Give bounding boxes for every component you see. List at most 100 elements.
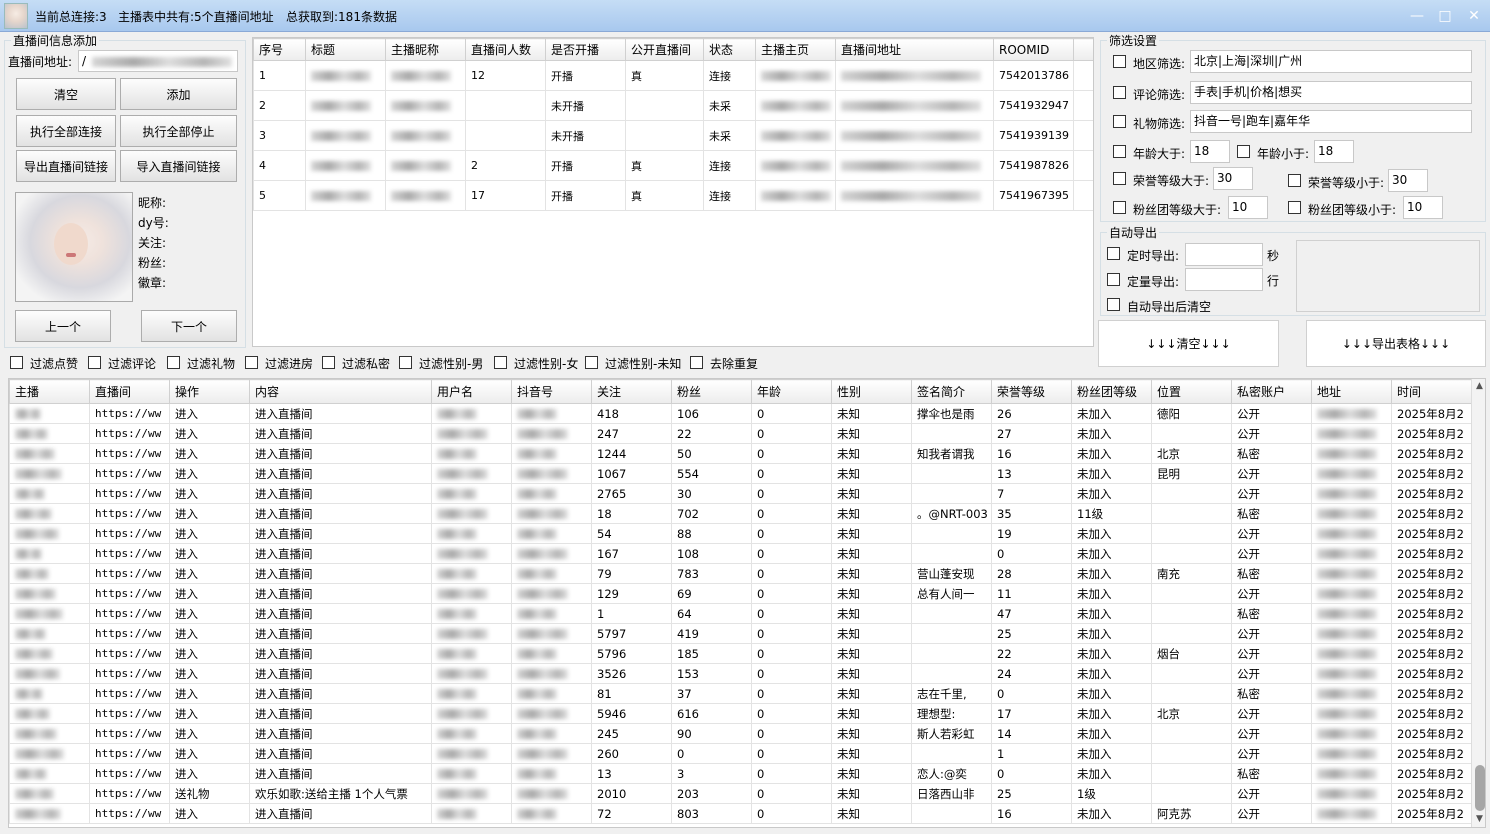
filter-checkbox[interactable] (167, 356, 180, 369)
export-table-button[interactable]: ↓↓↓导出表格↓↓↓ (1306, 320, 1486, 367)
anchor-row[interactable]: 2 未开播 未采 7541932947 (253, 90, 1093, 121)
fan-lt-input[interactable]: 10 (1403, 196, 1443, 219)
next-button[interactable]: 下一个 (141, 310, 237, 342)
data-col-header[interactable]: 用户名 (431, 379, 512, 404)
anchor-col-header[interactable]: 序号 (253, 38, 306, 61)
clear-data-button[interactable]: ↓↓↓清空↓↓↓ (1098, 320, 1279, 367)
scroll-down-icon[interactable]: ▼ (1473, 814, 1485, 827)
fan-gt-checkbox[interactable] (1113, 201, 1126, 214)
data-col-header[interactable]: 签名简介 (911, 379, 992, 404)
honor-lt-input[interactable]: 30 (1388, 169, 1428, 192)
anchor-col-header[interactable]: 状态 (703, 38, 756, 61)
data-col-header[interactable]: 荣誉等级 (991, 379, 1072, 404)
age-lt-input[interactable]: 18 (1314, 140, 1354, 163)
data-row[interactable]: https://ww 进入 进入直播间 79 783 0 未知 营山蓬安现 28 未加入 南充 私密 2… (9, 563, 1472, 584)
data-row[interactable]: https://ww 进入 进入直播间 54 88 0 未知 19 未加入 公开 2025年8月2 (9, 523, 1472, 544)
anchor-col-header[interactable]: 是否开播 (545, 38, 626, 61)
scrollbar-thumb[interactable] (1475, 765, 1485, 811)
auto-clear-checkbox[interactable] (1107, 298, 1120, 311)
data-col-header[interactable]: 直播间 (89, 379, 170, 404)
data-row[interactable]: https://ww 进入 进入直播间 18 702 0 未知 。@NRT-003 35 11级 私… (9, 503, 1472, 524)
clear-button[interactable]: 清空 (16, 78, 116, 110)
filter-checkbox[interactable] (494, 356, 507, 369)
gift-filter-input[interactable]: 抖音一号|跑车|嘉年华 (1190, 110, 1472, 133)
data-row[interactable]: https://ww 进入 进入直播间 5946 616 0 未知 理想型: 17 未加入 北京 公开… (9, 703, 1472, 724)
anchor-col-header[interactable]: 主播昵称 (385, 38, 466, 61)
data-col-header[interactable]: 性别 (831, 379, 912, 404)
data-col-header[interactable]: 粉丝 (671, 379, 752, 404)
data-col-header[interactable]: 地址 (1311, 379, 1392, 404)
scroll-up-icon[interactable]: ▲ (1473, 381, 1485, 394)
data-row[interactable]: https://ww 进入 进入直播间 3526 153 0 未知 24 未加入 公开 2025年8… (9, 663, 1472, 684)
data-row[interactable]: https://ww 进入 进入直播间 1 64 0 未知 47 未加入 私密 2025年8月2 (9, 603, 1472, 624)
timed-export-input[interactable] (1185, 243, 1263, 266)
data-row[interactable]: https://ww 送礼物 欢乐如歌:送给主播 1个人气票 2010 203 0 未知 日落… (9, 783, 1472, 804)
data-row[interactable]: https://ww 进入 进入直播间 129 69 0 未知 总有人间一 11 未加入 公开 202… (9, 583, 1472, 604)
anchor-col-header[interactable]: 标题 (305, 38, 386, 61)
age-gt-input[interactable]: 18 (1190, 140, 1230, 163)
data-col-header[interactable]: 操作 (169, 379, 250, 404)
data-col-header[interactable]: 内容 (249, 379, 432, 404)
data-row[interactable]: https://ww 进入 进入直播间 81 37 0 未知 志在千里, 0 未加入 私密 2025年… (9, 683, 1472, 704)
prev-button[interactable]: 上一个 (15, 310, 111, 342)
import-links-button[interactable]: 导入直播间链接 (120, 150, 237, 182)
close-icon[interactable]: ✕ (1462, 6, 1486, 26)
anchor-col-header[interactable]: 主播主页 (755, 38, 836, 61)
fan-gt-input[interactable]: 10 (1228, 196, 1268, 219)
data-row[interactable]: https://ww 进入 进入直播间 167 108 0 未知 0 未加入 公开 2025年8月2 (9, 543, 1472, 564)
anchor-col-header[interactable]: 直播间人数 (465, 38, 546, 61)
region-filter-input[interactable]: 北京|上海|深圳|广州 (1190, 50, 1472, 73)
filter-checkbox[interactable] (10, 356, 23, 369)
data-row[interactable]: https://ww 进入 进入直播间 5797 419 0 未知 25 未加入 公开 2025年8… (9, 623, 1472, 644)
region-filter-checkbox[interactable] (1113, 55, 1126, 68)
filter-checkbox[interactable] (399, 356, 412, 369)
timed-export-checkbox[interactable] (1107, 247, 1120, 260)
data-row[interactable]: https://ww 进入 进入直播间 418 106 0 未知 撑伞也是雨 26 未加入 德阳 公开… (9, 403, 1472, 424)
honor-lt-checkbox[interactable] (1288, 174, 1301, 187)
data-row[interactable]: https://ww 进入 进入直播间 260 0 0 未知 1 未加入 公开 2025年8月2 (9, 743, 1472, 764)
data-col-header[interactable]: 时间 (1391, 379, 1472, 404)
filter-checkbox[interactable] (322, 356, 335, 369)
data-col-header[interactable]: 年龄 (751, 379, 832, 404)
data-row[interactable]: https://ww 进入 进入直播间 245 90 0 未知 斯人若彩虹 14 未加入 公开 202… (9, 723, 1472, 744)
anchor-col-header[interactable]: 直播间地址 (835, 38, 994, 61)
data-row[interactable]: https://ww 进入 进入直播间 1244 50 0 未知 知我者谓我 16 未加入 北京 私密… (9, 443, 1472, 464)
filter-checkbox[interactable] (690, 356, 703, 369)
age-lt-checkbox[interactable] (1237, 145, 1250, 158)
honor-gt-input[interactable]: 30 (1213, 167, 1253, 190)
data-col-header[interactable]: 粉丝团等级 (1071, 379, 1152, 404)
anchor-row[interactable]: 5 17 开播真连接 7541967395 (253, 180, 1093, 211)
age-gt-checkbox[interactable] (1113, 145, 1126, 158)
filter-checkbox[interactable] (88, 356, 101, 369)
data-col-header[interactable]: 位置 (1151, 379, 1232, 404)
count-export-checkbox[interactable] (1107, 273, 1120, 286)
maximize-icon[interactable]: □ (1433, 6, 1457, 26)
filter-checkbox[interactable] (245, 356, 258, 369)
connect-all-button[interactable]: 执行全部连接 (16, 115, 116, 147)
filter-checkbox[interactable] (585, 356, 598, 369)
fan-lt-checkbox[interactable] (1288, 201, 1301, 214)
data-row[interactable]: https://ww 进入 进入直播间 247 22 0 未知 27 未加入 公开 2025年8月2 (9, 423, 1472, 444)
anchor-row[interactable]: 1 12 开播真连接 7542013786 (253, 60, 1093, 91)
export-links-button[interactable]: 导出直播间链接 (16, 150, 116, 182)
data-col-header[interactable]: 主播 (9, 379, 90, 404)
data-row[interactable]: https://ww 进入 进入直播间 1067 554 0 未知 13 未加入 昆明 公开 2025… (9, 463, 1472, 484)
anchor-row[interactable]: 3 未开播 未采 7541939139 (253, 120, 1093, 151)
data-col-header[interactable]: 关注 (591, 379, 672, 404)
anchor-col-header[interactable]: 公开直播间 (625, 38, 704, 61)
minimize-icon[interactable]: — (1405, 6, 1429, 26)
add-button[interactable]: 添加 (120, 78, 237, 110)
room-address-input[interactable]: / (78, 50, 238, 72)
stop-all-button[interactable]: 执行全部停止 (120, 115, 237, 147)
anchor-row[interactable]: 4 2 开播真连接 7541987826 (253, 150, 1093, 181)
vertical-scrollbar[interactable]: ▲ ▼ (1471, 379, 1485, 827)
anchor-col-header[interactable]: ROOMID (993, 38, 1074, 61)
gift-filter-checkbox[interactable] (1113, 115, 1126, 128)
data-row[interactable]: https://ww 进入 进入直播间 13 3 0 未知 恋人:@奕 0 未加入 私密 2025年8… (9, 763, 1472, 784)
data-row[interactable]: https://ww 进入 进入直播间 5796 185 0 未知 22 未加入 烟台 公开 2025… (9, 643, 1472, 664)
data-row[interactable]: https://ww 进入 进入直播间 72 803 0 未知 16 未加入 阿克苏 公开 2025年… (9, 803, 1472, 824)
honor-gt-checkbox[interactable] (1113, 172, 1126, 185)
data-col-header[interactable]: 私密账户 (1231, 379, 1312, 404)
data-row[interactable]: https://ww 进入 进入直播间 2765 30 0 未知 7 未加入 公开 2025年8月2 (9, 483, 1472, 504)
comment-filter-checkbox[interactable] (1113, 86, 1126, 99)
